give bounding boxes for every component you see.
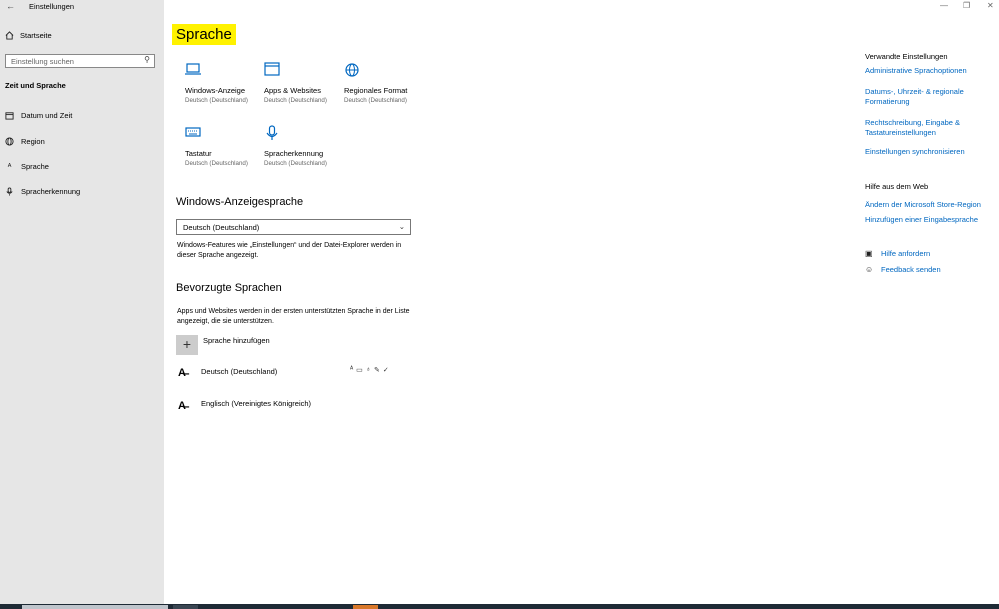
display-language-heading: Windows-Anzeigesprache bbox=[176, 196, 304, 208]
speech-bubble-icon: ▭ bbox=[356, 367, 363, 374]
title-bar: ← Einstellungen — ❐ ✕ bbox=[0, 0, 999, 14]
microphone-icon bbox=[6, 187, 13, 196]
microphone-icon bbox=[264, 125, 342, 143]
home-icon bbox=[5, 31, 14, 40]
sidebar bbox=[0, 0, 164, 609]
sidebar-item-label: Region bbox=[21, 137, 45, 146]
tile-subtitle: Deutsch (Deutschland) bbox=[185, 160, 248, 167]
link-add-input-language[interactable]: Hinzufügen einer Eingabesprache bbox=[865, 215, 985, 225]
link-sync-settings[interactable]: Einstellungen synchronisieren bbox=[865, 147, 985, 157]
preferred-languages-description: Apps und Websites werden in der ersten u… bbox=[177, 308, 410, 325]
calendar-icon bbox=[5, 112, 14, 120]
taskbar-search[interactable] bbox=[22, 605, 168, 609]
handwriting-icon: ✎ bbox=[374, 367, 380, 374]
sidebar-item-label: Spracherkennung bbox=[21, 187, 81, 196]
tile-subtitle: Deutsch (Deutschland) bbox=[264, 160, 327, 167]
laptop-icon bbox=[185, 62, 263, 80]
minimize-icon[interactable]: — bbox=[940, 1, 948, 10]
sidebar-home[interactable]: Startseite bbox=[5, 31, 52, 40]
related-settings-title: Verwandte Einstellungen bbox=[865, 52, 948, 61]
microphone-icon: ♁ bbox=[365, 366, 372, 373]
language-icon: A̶ bbox=[178, 367, 186, 379]
sidebar-item-sprache[interactable]: ᴬ Sprache bbox=[5, 162, 49, 171]
language-item-englisch[interactable]: Englisch (Vereinigtes Königreich) bbox=[201, 399, 311, 408]
web-help-title: Hilfe aus dem Web bbox=[865, 182, 929, 191]
spellcheck-icon: ✓ bbox=[382, 367, 389, 374]
tile-regionales-format[interactable]: Regionales Format Deutsch (Deutschland) bbox=[344, 62, 422, 104]
back-arrow-icon[interactable]: ← bbox=[6, 1, 15, 11]
feedback-icon: ☺ bbox=[865, 265, 874, 274]
link-spelling-typing-keyboard[interactable]: Rechtschreibung, Eingabe & Tastatureinst… bbox=[865, 118, 985, 138]
search-placeholder: Einstellung suchen bbox=[11, 57, 74, 66]
display-language-select[interactable]: Deutsch (Deutschland) ⌄ bbox=[176, 219, 411, 235]
chat-help-icon: ▣ bbox=[865, 249, 873, 258]
sidebar-item-spracherkennung[interactable]: Spracherkennung bbox=[5, 187, 80, 196]
display-language-description: Windows-Features wie „Einstellungen“ und… bbox=[177, 242, 402, 259]
tile-spracherkennung[interactable]: Spracherkennung Deutsch (Deutschland) bbox=[264, 125, 342, 167]
sidebar-item-label: Sprache bbox=[21, 162, 49, 171]
window-icon bbox=[264, 62, 342, 80]
tile-name: Apps & Websites bbox=[264, 86, 321, 95]
language-item-deutsch[interactable]: Deutsch (Deutschland) bbox=[201, 367, 277, 376]
language-icon: A̶ bbox=[178, 400, 186, 412]
link-admin-language-options[interactable]: Administrative Sprachoptionen bbox=[865, 66, 985, 76]
tile-name: Spracherkennung bbox=[264, 149, 324, 158]
language-pack-icon: ᴬ bbox=[350, 366, 354, 373]
add-language-label[interactable]: Sprache hinzufügen bbox=[203, 336, 270, 345]
sidebar-item-label: Datum und Zeit bbox=[21, 111, 73, 120]
globe-settings-icon bbox=[344, 62, 422, 80]
tile-subtitle: Deutsch (Deutschland) bbox=[344, 97, 407, 104]
keyboard-icon bbox=[185, 125, 263, 143]
tile-name: Regionales Format bbox=[344, 86, 408, 95]
chevron-down-icon: ⌄ bbox=[398, 222, 405, 231]
tile-name: Tastatur bbox=[185, 149, 212, 158]
get-help-link[interactable]: ▣ Hilfe anfordern bbox=[865, 249, 930, 258]
sidebar-item-region[interactable]: Region bbox=[5, 137, 45, 146]
close-icon[interactable]: ✕ bbox=[987, 1, 994, 10]
tile-windows-anzeige[interactable]: Windows-Anzeige Deutsch (Deutschland) bbox=[185, 62, 263, 104]
tile-name: Windows-Anzeige bbox=[185, 86, 246, 95]
feedback-link[interactable]: ☺ Feedback senden bbox=[865, 265, 941, 274]
window-title: Einstellungen bbox=[29, 2, 75, 11]
globe-icon bbox=[5, 137, 14, 146]
tile-apps-websites[interactable]: Apps & Websites Deutsch (Deutschland) bbox=[264, 62, 342, 104]
language-features: ᴬ ▭ ♁ ✎ ✓ bbox=[350, 366, 389, 374]
display-language-value: Deutsch (Deutschland) bbox=[183, 223, 260, 232]
get-help-label: Hilfe anfordern bbox=[881, 249, 931, 258]
tile-subtitle: Deutsch (Deutschland) bbox=[185, 97, 248, 104]
sidebar-item-datum-und-zeit[interactable]: Datum und Zeit bbox=[5, 111, 72, 120]
tile-subtitle: Deutsch (Deutschland) bbox=[264, 97, 327, 104]
add-language-button[interactable]: + bbox=[176, 335, 198, 355]
sidebar-section-title: Zeit und Sprache bbox=[5, 81, 66, 90]
taskbar-app[interactable] bbox=[173, 605, 198, 609]
tile-tastatur[interactable]: Tastatur Deutsch (Deutschland) bbox=[185, 125, 263, 167]
search-icon[interactable]: ⚲ bbox=[144, 55, 150, 64]
plus-icon: + bbox=[182, 336, 192, 352]
sidebar-home-label: Startseite bbox=[20, 31, 52, 40]
page-title: Sprache bbox=[172, 24, 236, 45]
search-input[interactable]: Einstellung suchen ⚲ bbox=[5, 54, 155, 68]
taskbar-app-active[interactable] bbox=[353, 605, 378, 609]
link-date-time-formatting[interactable]: Datums-, Uhrzeit- & regionale Formatieru… bbox=[865, 87, 985, 107]
link-store-region[interactable]: Ändern der Microsoft Store-Region bbox=[865, 200, 985, 210]
maximize-icon[interactable]: ❐ bbox=[963, 1, 970, 10]
feedback-label: Feedback senden bbox=[881, 265, 941, 274]
language-icon: ᴬ bbox=[7, 162, 12, 171]
preferred-languages-heading: Bevorzugte Sprachen bbox=[176, 282, 282, 294]
